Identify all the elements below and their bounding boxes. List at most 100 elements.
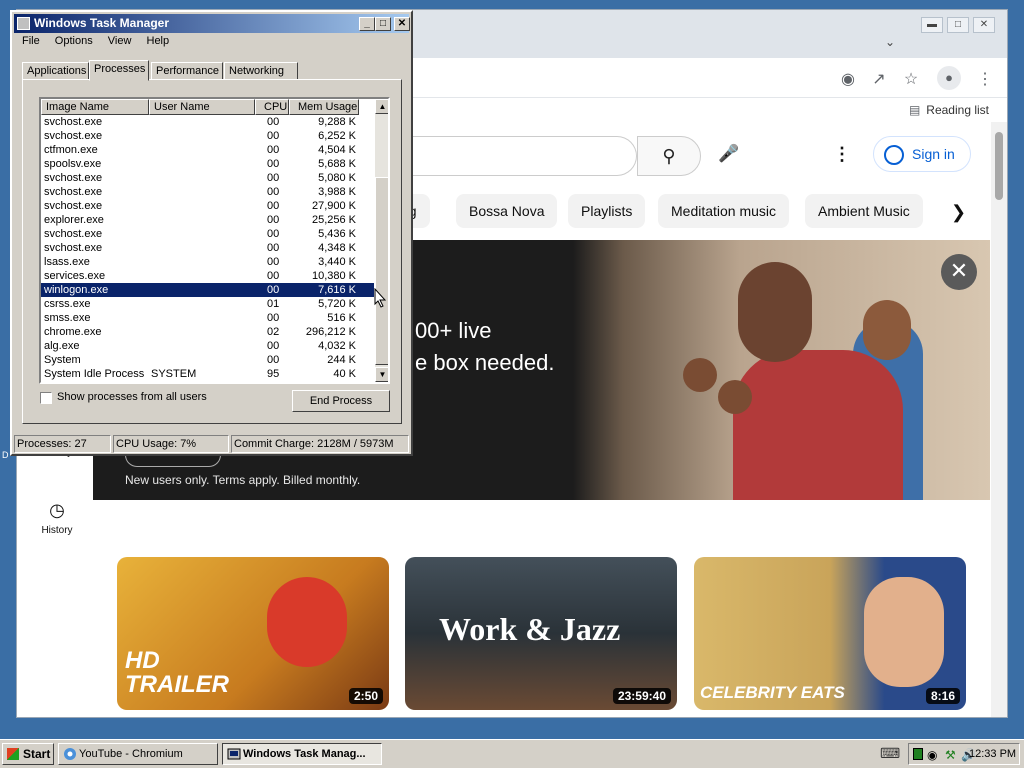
chips-next-chevron-icon[interactable]: ❯ — [951, 202, 966, 223]
tm-maximize-button[interactable]: □ — [375, 17, 391, 31]
video-thumbnail-1[interactable]: HD TRAILER 2:50 — [117, 557, 389, 710]
table-row[interactable]: services.exe 00 10,380 K — [41, 269, 374, 283]
column-user-name[interactable]: User Name — [149, 99, 255, 115]
reading-list-label: Reading list — [926, 103, 989, 117]
process-mem: 9,288 K — [318, 116, 356, 128]
network-icon[interactable]: ◉ — [927, 745, 937, 765]
tm-minimize-button[interactable]: _ — [359, 17, 375, 31]
tab-networking[interactable]: Networking — [224, 62, 298, 80]
sign-in-button[interactable]: Sign in — [873, 136, 971, 172]
minimize-button[interactable]: ▬ — [921, 17, 943, 33]
tm-close-button[interactable]: ✕ — [394, 17, 410, 31]
process-list[interactable]: Image Name User Name CPU Mem Usage svcho… — [39, 97, 390, 384]
tab-processes[interactable]: Processes — [89, 60, 149, 81]
process-mem: 40 K — [333, 368, 356, 380]
tab-applications[interactable]: Applications — [22, 62, 89, 80]
profile-avatar-icon[interactable]: ● — [937, 66, 961, 90]
chip-playlists[interactable]: Playlists — [568, 194, 646, 228]
reading-list-button[interactable]: ▤ Reading list — [909, 103, 989, 117]
menu-view[interactable]: View — [108, 35, 132, 47]
chip-meditation-music[interactable]: Meditation music — [658, 194, 790, 228]
taskbar-item-label: YouTube - Chromium — [79, 748, 183, 760]
bookmark-star-icon[interactable]: ☆ — [901, 69, 921, 89]
table-row[interactable]: System Idle Process SYSTEM 95 40 K — [41, 367, 374, 381]
scrollbar-thumb[interactable] — [375, 177, 388, 365]
page-scrollbar-thumb[interactable] — [995, 132, 1003, 200]
table-row[interactable]: svchost.exe 00 5,436 K — [41, 227, 374, 241]
tracking-eye-off-icon[interactable]: ◉ — [838, 69, 858, 89]
process-user: SYSTEM — [151, 368, 197, 380]
page-scrollbar[interactable] — [991, 122, 1007, 717]
cpu-meter-icon[interactable] — [913, 748, 923, 760]
video-overlay-text: Work & Jazz — [439, 611, 621, 647]
share-icon[interactable]: ↗ — [869, 69, 889, 89]
table-row[interactable]: alg.exe 00 4,032 K — [41, 339, 374, 353]
table-row[interactable]: ctfmon.exe 00 4,504 K — [41, 143, 374, 157]
process-cpu: 00 — [267, 116, 280, 128]
process-list-scrollbar[interactable]: ▲ ▼ — [375, 99, 388, 382]
maximize-button[interactable]: □ — [947, 17, 969, 33]
table-row[interactable]: explorer.exe 00 25,256 K — [41, 213, 374, 227]
process-mem: 5,080 K — [318, 172, 356, 184]
show-all-users-label: Show processes from all users — [57, 391, 207, 403]
menu-help[interactable]: Help — [147, 35, 170, 47]
sidebar-item-history[interactable]: ◷ History — [35, 500, 79, 536]
scroll-down-arrow-icon[interactable]: ▼ — [375, 367, 388, 382]
taskbar-item-chromium[interactable]: YouTube - Chromium — [58, 743, 218, 765]
menu-options[interactable]: Options — [55, 35, 93, 47]
process-cpu: 00 — [267, 214, 280, 226]
security-icon[interactable]: ⚒ — [945, 745, 956, 765]
menu-bar: File Options View Help — [16, 35, 175, 47]
video-thumbnail-3[interactable]: CELEBRITY EATS 8:16 — [694, 557, 966, 710]
video-overlay-text: HD TRAILER — [125, 647, 229, 698]
task-manager-title-bar[interactable]: Windows Task Manager _ □ ✕ — [14, 14, 410, 33]
menu-file[interactable]: File — [22, 35, 40, 47]
tab-search-chevron-icon[interactable]: ⌄ — [885, 35, 895, 49]
process-mem: 5,688 K — [318, 158, 356, 170]
windows-logo-icon — [7, 748, 19, 760]
status-processes: Processes: 27 — [14, 435, 111, 453]
search-button[interactable]: ⚲ — [637, 136, 701, 176]
photo-woman-head — [863, 300, 911, 360]
table-row[interactable]: lsass.exe 00 3,440 K — [41, 255, 374, 269]
banner-close-icon[interactable]: ✕ — [941, 254, 977, 290]
voice-search-mic-icon[interactable]: 🎤 — [715, 144, 743, 170]
browser-menu-icon[interactable]: ⋮ — [975, 69, 995, 89]
table-row[interactable]: winlogon.exe 00 7,616 K — [41, 283, 374, 297]
table-row[interactable]: csrss.exe 01 5,720 K — [41, 297, 374, 311]
table-row[interactable]: svchost.exe 00 27,900 K — [41, 199, 374, 213]
video-thumbnail-2[interactable]: Work & Jazz 23:59:40 — [405, 557, 677, 710]
process-mem: 5,436 K — [318, 228, 356, 240]
process-cpu: 00 — [267, 354, 280, 366]
chip-bossa-nova[interactable]: Bossa Nova — [456, 194, 558, 228]
start-button[interactable]: Start — [2, 743, 54, 765]
chip-ambient-music[interactable]: Ambient Music — [805, 194, 923, 228]
close-window-button[interactable]: ✕ — [973, 17, 995, 33]
tab-performance[interactable]: Performance — [151, 62, 223, 80]
table-row[interactable]: svchost.exe 00 6,252 K — [41, 129, 374, 143]
table-row[interactable]: spoolsv.exe 00 5,688 K — [41, 157, 374, 171]
history-icon: ◷ — [49, 500, 65, 520]
process-mem: 244 K — [327, 354, 356, 366]
scroll-up-arrow-icon[interactable]: ▲ — [375, 99, 388, 114]
show-all-users-checkbox[interactable] — [40, 392, 52, 404]
process-mem: 7,616 K — [318, 284, 356, 296]
table-row[interactable]: chrome.exe 02 296,212 K — [41, 325, 374, 339]
clock[interactable]: 12:33 PM — [969, 744, 1016, 764]
column-image-name[interactable]: Image Name — [41, 99, 149, 115]
process-name: System — [44, 354, 81, 366]
table-row[interactable]: svchost.exe 00 3,988 K — [41, 185, 374, 199]
table-row[interactable]: smss.exe 00 516 K — [41, 311, 374, 325]
table-row[interactable]: System 00 244 K — [41, 353, 374, 367]
end-process-button[interactable]: End Process — [292, 390, 390, 412]
settings-more-icon[interactable]: ⋮ — [833, 144, 851, 165]
process-name: services.exe — [44, 270, 106, 282]
column-cpu[interactable]: CPU — [255, 99, 289, 115]
taskbar-item-task-manager[interactable]: Windows Task Manag... — [222, 743, 382, 765]
table-row[interactable]: svchost.exe 00 9,288 K — [41, 115, 374, 129]
keyboard-icon[interactable]: ⌨ — [880, 745, 900, 762]
column-mem-usage[interactable]: Mem Usage — [289, 99, 359, 115]
table-row[interactable]: svchost.exe 00 5,080 K — [41, 171, 374, 185]
sidebar-item-label: History — [41, 525, 73, 536]
table-row[interactable]: svchost.exe 00 4,348 K — [41, 241, 374, 255]
